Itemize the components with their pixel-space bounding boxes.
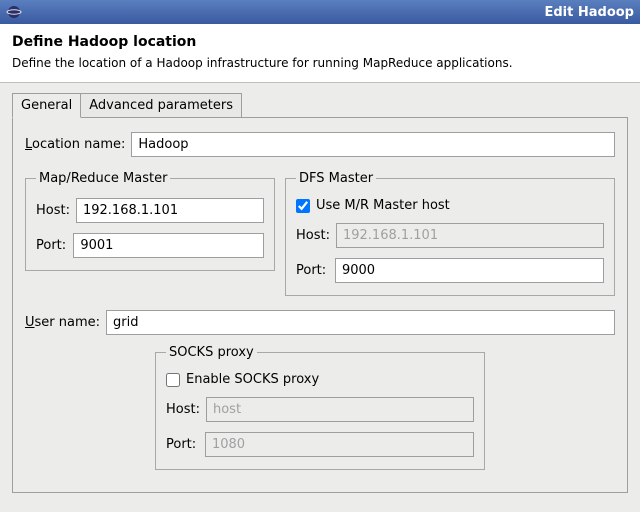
socks-port-label: Port: — [166, 437, 199, 452]
socks-legend: SOCKS proxy — [166, 345, 257, 360]
tab-general[interactable]: General — [12, 93, 81, 118]
socks-proxy-group: SOCKS proxy Enable SOCKS proxy Host: Por… — [155, 345, 485, 470]
mapreduce-legend: Map/Reduce Master — [36, 171, 170, 186]
enable-socks-label: Enable SOCKS proxy — [186, 372, 319, 387]
location-row: Location name: — [25, 132, 615, 157]
master-columns: Map/Reduce Master Host: Port: DFS Master… — [25, 167, 615, 300]
dfs-legend: DFS Master — [296, 171, 376, 186]
dfs-host-label: Host: — [296, 228, 330, 243]
mr-host-label: Host: — [36, 203, 70, 218]
location-label: Location name: — [25, 137, 125, 152]
dfs-host-input — [336, 223, 604, 248]
user-label: User name: — [25, 315, 100, 330]
eclipse-icon — [6, 4, 22, 20]
socks-host-input — [206, 397, 474, 422]
socks-host-label: Host: — [166, 402, 200, 417]
dialog-body: General Advanced parameters Location nam… — [0, 83, 640, 503]
page-subtitle: Define the location of a Hadoop infrastr… — [12, 56, 628, 70]
mr-port-label: Port: — [36, 238, 67, 253]
enable-socks-checkbox[interactable] — [166, 373, 180, 387]
use-mr-host-checkbox[interactable] — [296, 199, 310, 213]
user-row: User name: — [25, 310, 615, 335]
tab-advanced[interactable]: Advanced parameters — [80, 93, 242, 118]
mapreduce-master-group: Map/Reduce Master Host: Port: — [25, 171, 275, 271]
user-name-input[interactable] — [106, 310, 615, 335]
tab-panel-general: Location name: Map/Reduce Master Host: P… — [12, 117, 628, 493]
mr-host-input[interactable] — [76, 198, 264, 223]
dfs-port-input[interactable] — [335, 258, 604, 283]
page-title: Define Hadoop location — [12, 34, 628, 50]
socks-port-input — [205, 432, 474, 457]
titlebar: Edit Hadoop — [0, 0, 640, 24]
socks-wrap: SOCKS proxy Enable SOCKS proxy Host: Por… — [25, 345, 615, 470]
dfs-master-group: DFS Master Use M/R Master host Host: Por… — [285, 171, 615, 296]
tab-strip: General Advanced parameters — [12, 93, 628, 118]
mr-port-input[interactable] — [73, 233, 264, 258]
use-mr-host-label: Use M/R Master host — [316, 198, 450, 213]
dialog-header: Define Hadoop location Define the locati… — [0, 24, 640, 83]
dfs-port-label: Port: — [296, 263, 329, 278]
location-name-input[interactable] — [131, 132, 615, 157]
window-title: Edit Hadoop — [544, 5, 634, 20]
